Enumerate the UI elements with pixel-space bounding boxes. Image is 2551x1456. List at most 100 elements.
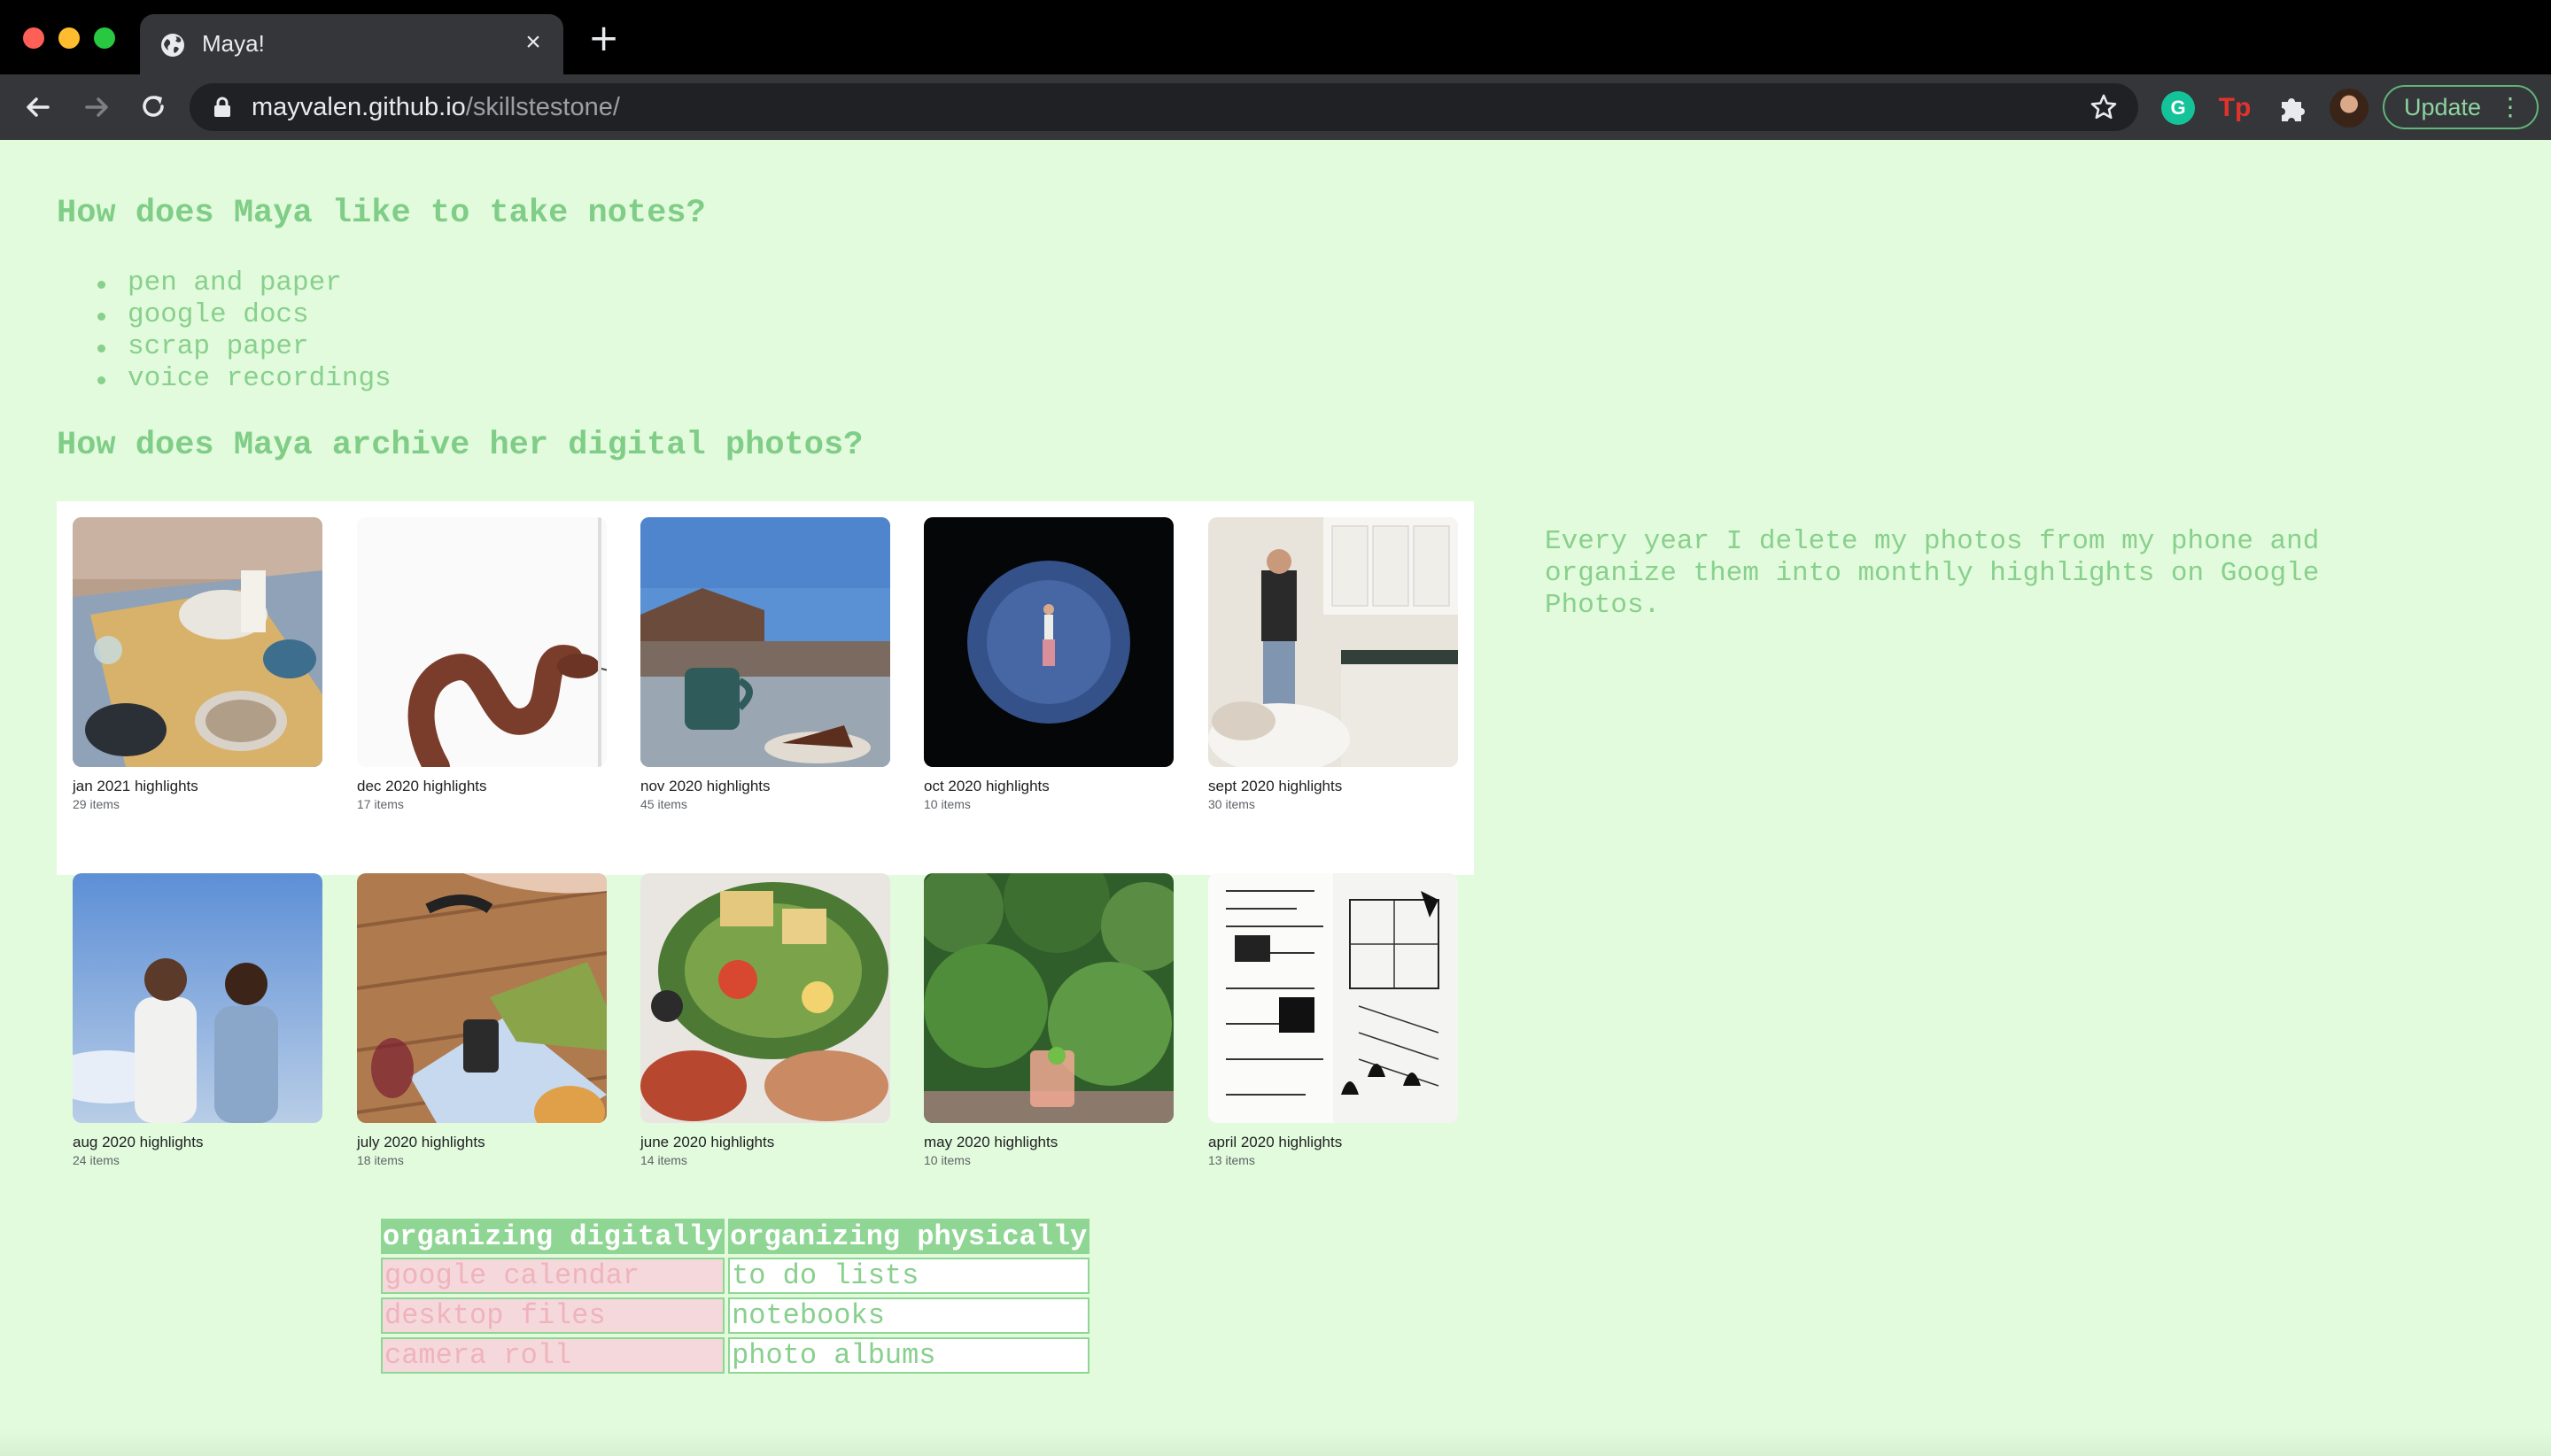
album-thumbnail	[924, 517, 1174, 767]
forest-drink-image	[924, 873, 1174, 1123]
url-path: /skillstestone/	[465, 93, 620, 121]
album-count: 14 items	[640, 1153, 687, 1167]
archive-description: Every year I delete my photos from my ph…	[1545, 526, 2320, 621]
album-title: nov 2020 highlights	[640, 778, 771, 794]
album-count: 18 items	[357, 1153, 404, 1167]
album-count: 17 items	[357, 797, 404, 811]
album-thumbnail	[1208, 873, 1458, 1123]
sketchbook-image	[1208, 873, 1458, 1123]
album-count: 29 items	[73, 797, 120, 811]
album-title: oct 2020 highlights	[924, 778, 1050, 794]
url-host: mayvalen.github.io	[252, 93, 466, 121]
back-button[interactable]	[19, 89, 57, 126]
album-count: 24 items	[73, 1153, 120, 1167]
album-card: april 2020 highlights 13 items	[1208, 873, 1458, 1167]
mug-on-deck-image	[640, 517, 890, 767]
bookmark-star-icon[interactable]	[2089, 92, 2119, 122]
more-vert-icon[interactable]: ⋮	[2498, 87, 2523, 128]
close-tab-icon[interactable]: ×	[519, 28, 547, 57]
album-thumbnail	[640, 873, 890, 1123]
tab-active[interactable]: Maya! ×	[140, 14, 563, 74]
album-title: may 2020 highlights	[924, 1134, 1058, 1150]
tab-title: Maya!	[202, 30, 265, 57]
list-item: scrap paper	[97, 331, 392, 363]
album-card: nov 2020 highlights 45 items	[640, 517, 890, 811]
album-thumbnail	[1208, 517, 1458, 767]
photo-albums-screenshot: jan 2021 highlights 29 items dec 2020 hi…	[57, 501, 1474, 1167]
album-card: aug 2020 highlights 24 items	[73, 873, 322, 1167]
album-count: 10 items	[924, 797, 971, 811]
column-header-physical: organizing physically	[728, 1219, 1090, 1254]
address-bar[interactable]: mayvalen.github.io/skillstestone/	[190, 83, 2138, 131]
album-card: july 2020 highlights 18 items	[357, 873, 607, 1167]
organizing-table: organizing digitally organizing physical…	[377, 1215, 1093, 1377]
tp-extension-icon[interactable]: Tp	[2218, 91, 2252, 125]
painting-on-deck-image	[357, 873, 607, 1123]
close-window-button[interactable]	[23, 27, 44, 49]
album-title: april 2020 highlights	[1208, 1134, 1343, 1150]
reload-icon	[143, 96, 164, 117]
album-card: jan 2021 highlights 29 items	[73, 517, 322, 811]
snake-image	[357, 517, 607, 767]
maximize-window-button[interactable]	[94, 27, 115, 49]
album-title: sept 2020 highlights	[1208, 778, 1343, 794]
table-cell-physical: photo albums	[728, 1337, 1090, 1374]
table-cell-physical: to do lists	[728, 1258, 1090, 1294]
table-cell-digital: camera roll	[381, 1337, 725, 1374]
table-cell-digital: desktop files	[381, 1297, 725, 1334]
album-thumbnail	[924, 873, 1174, 1123]
column-header-digital: organizing digitally	[381, 1219, 725, 1254]
arrow-left-icon	[27, 97, 50, 117]
album-thumbnail	[73, 873, 322, 1123]
kitchen-image	[1208, 517, 1458, 767]
arrow-right-icon	[85, 97, 108, 117]
profile-avatar[interactable]	[2330, 89, 2369, 128]
food-platter-image	[640, 873, 890, 1123]
album-thumbnail	[357, 517, 607, 767]
album-card: sept 2020 highlights 30 items	[1208, 517, 1458, 811]
album-count: 13 items	[1208, 1153, 1255, 1167]
forward-button[interactable]	[78, 89, 115, 126]
page-bottom-edge	[0, 1429, 2551, 1456]
figure-in-circle-image	[924, 517, 1174, 767]
lock-icon	[214, 97, 230, 117]
album-card: june 2020 highlights 14 items	[640, 873, 890, 1167]
notes-heading: How does Maya like to take notes?	[57, 195, 706, 232]
table-header-row: organizing digitally organizing physical…	[381, 1219, 1090, 1254]
album-title: june 2020 highlights	[640, 1134, 775, 1150]
tab-strip: Maya! × +	[0, 0, 2551, 74]
extensions-puzzle-icon[interactable]	[2275, 91, 2308, 125]
table-row: camera roll photo albums	[381, 1337, 1090, 1374]
album-card: may 2020 highlights 10 items	[924, 873, 1174, 1167]
table-cell-physical: notebooks	[728, 1297, 1090, 1334]
archive-heading: How does Maya archive her digital photos…	[57, 427, 864, 464]
album-title: aug 2020 highlights	[73, 1134, 204, 1150]
album-thumbnail	[73, 517, 322, 767]
new-tab-button[interactable]: +	[588, 19, 619, 57]
update-button[interactable]: Update ⋮	[2383, 85, 2539, 129]
update-label: Update	[2404, 94, 2482, 120]
list-item: voice recordings	[97, 363, 392, 395]
dinner-table-image	[73, 517, 322, 767]
album-thumbnail	[640, 517, 890, 767]
album-card: dec 2020 highlights 17 items	[357, 517, 607, 811]
globe-icon	[161, 34, 184, 57]
table-row: desktop files notebooks	[381, 1297, 1090, 1334]
table-row: google calendar to do lists	[381, 1258, 1090, 1294]
page-content: How does Maya like to take notes? pen an…	[0, 140, 2551, 1456]
album-title: dec 2020 highlights	[357, 778, 487, 794]
album-title: july 2020 highlights	[357, 1134, 485, 1150]
list-item: google docs	[97, 299, 392, 331]
friends-sky-image	[73, 873, 322, 1123]
browser-toolbar: mayvalen.github.io/skillstestone/ G Tp U…	[0, 74, 2551, 140]
grammarly-extension-icon[interactable]: G	[2161, 91, 2195, 125]
album-thumbnail	[357, 873, 607, 1123]
album-count: 45 items	[640, 797, 687, 811]
album-card: oct 2020 highlights 10 items	[924, 517, 1174, 811]
reload-button[interactable]	[135, 89, 172, 126]
table-cell-digital: google calendar	[381, 1258, 725, 1294]
minimize-window-button[interactable]	[58, 27, 80, 49]
notes-methods-list: pen and paper google docs scrap paper vo…	[97, 267, 392, 395]
album-title: jan 2021 highlights	[73, 778, 198, 794]
album-count: 30 items	[1208, 797, 1255, 811]
